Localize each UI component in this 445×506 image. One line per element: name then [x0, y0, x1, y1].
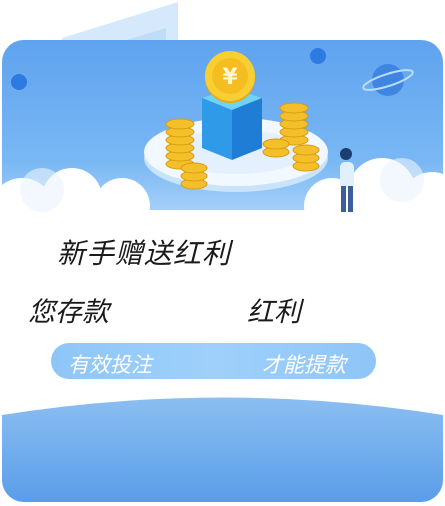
condition-right-text: 才能提款	[262, 353, 346, 377]
promo-title: 新手赠送红利	[57, 237, 232, 270]
deposit-label: 您存款	[28, 297, 109, 328]
bonus-label: 红利	[247, 297, 301, 328]
condition-left-text: 有效投注	[68, 353, 152, 377]
promo-screen: ¥ 新手赠送红利 您存款 红利 有效投注 才能提款	[0, 0, 445, 506]
